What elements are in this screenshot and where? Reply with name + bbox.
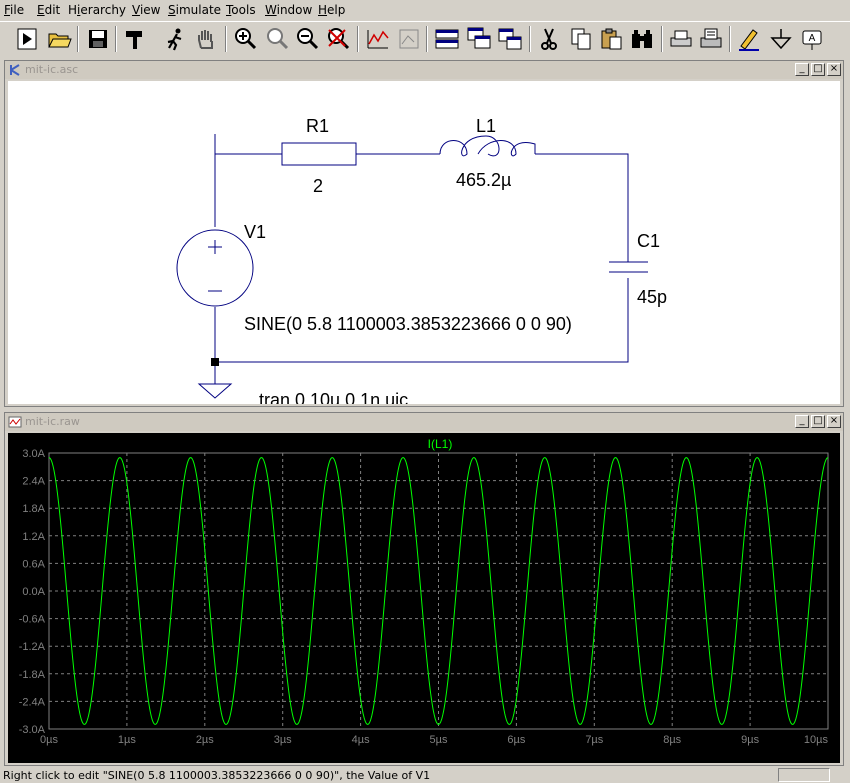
toolbar-separator bbox=[729, 26, 731, 52]
y-tick-label: 1.2A bbox=[22, 531, 45, 543]
label-icon[interactable]: A bbox=[799, 26, 825, 52]
run-icon[interactable] bbox=[14, 26, 40, 52]
paste-icon[interactable] bbox=[598, 26, 624, 52]
c1-name[interactable]: C1 bbox=[637, 231, 660, 251]
y-tick-label: 2.4A bbox=[22, 476, 45, 488]
trace-label-il1[interactable]: I(L1) bbox=[428, 437, 453, 451]
open-folder-icon[interactable] bbox=[46, 26, 72, 52]
zoom-out-area-icon[interactable] bbox=[264, 26, 290, 52]
schematic-title: mit-ic.asc bbox=[25, 63, 79, 76]
maximize-button[interactable]: □ bbox=[811, 415, 825, 428]
hammer-icon[interactable] bbox=[122, 26, 148, 52]
copy-icon[interactable] bbox=[568, 26, 594, 52]
x-tick-label: 10µs bbox=[804, 734, 829, 746]
x-tick-label: 9µs bbox=[741, 734, 759, 746]
close-button[interactable]: × bbox=[827, 415, 841, 428]
scissors-icon[interactable] bbox=[536, 26, 562, 52]
toolbar-separator bbox=[77, 26, 79, 52]
svg-text:A: A bbox=[809, 33, 816, 44]
autorange-icon[interactable] bbox=[365, 26, 391, 52]
runner-icon[interactable] bbox=[162, 26, 188, 52]
zoom-in-icon[interactable] bbox=[232, 26, 258, 52]
ground-icon[interactable] bbox=[768, 26, 794, 52]
l1-name[interactable]: L1 bbox=[476, 116, 496, 136]
toolbar-separator bbox=[357, 26, 359, 52]
menu-window[interactable]: Window bbox=[265, 3, 312, 17]
y-tick-label: -1.8A bbox=[19, 669, 46, 681]
x-tick-label: 0µs bbox=[40, 734, 58, 746]
v1-value[interactable]: SINE(0 5.8 1100003.3853223666 0 0 90) bbox=[244, 314, 572, 334]
cascade-icon[interactable] bbox=[466, 26, 492, 52]
y-tick-label: -0.6A bbox=[19, 614, 46, 626]
c1-value[interactable]: 45p bbox=[637, 287, 667, 307]
status-panel bbox=[778, 768, 830, 782]
binoculars-icon[interactable] bbox=[629, 26, 655, 52]
waveform-chart: 3.0A 2.4A 1.8A 1.2A 0.6A 0.0A -0.6A -1.2A -1.8A -… bbox=[19, 437, 829, 746]
x-tick-label: 3µs bbox=[274, 734, 292, 746]
menu-file[interactable]: File bbox=[4, 3, 24, 17]
tran-directive[interactable]: .tran 0 10u 0 1n uic bbox=[254, 390, 408, 410]
schematic-window: mit-ic.asc _ □ × R1 2 L1 465.2µ C1 45p V… bbox=[4, 60, 844, 410]
minimize-button[interactable]: _ bbox=[795, 415, 809, 428]
x-tick-label: 6µs bbox=[507, 734, 525, 746]
y-tick-label: -1.2A bbox=[19, 641, 46, 653]
menu-view[interactable]: View bbox=[132, 3, 160, 17]
toolbar-separator bbox=[115, 26, 117, 52]
schematic-canvas[interactable]: R1 2 L1 465.2µ C1 45p V1 SINE(0 5.8 1100… bbox=[8, 81, 840, 410]
y-tick-label: -2.4A bbox=[19, 696, 46, 708]
zoom-fit-icon[interactable] bbox=[396, 26, 422, 52]
status-bar: Right click to edit "SINE(0 5.8 1100003.… bbox=[0, 768, 850, 783]
zoom-cancel-icon[interactable] bbox=[325, 26, 351, 52]
toolbar-separator bbox=[426, 26, 428, 52]
y-tick-label: 0.0A bbox=[22, 586, 45, 598]
l1-value[interactable]: 465.2µ bbox=[456, 170, 511, 190]
y-tick-label: 0.6A bbox=[22, 558, 45, 570]
waveform-window: mit-ic.raw _ □ × 3.0A 2.4A 1.8A 1.2A 0.6A 0.0… bbox=[4, 412, 844, 766]
menu-tools[interactable]: Tools bbox=[226, 3, 256, 17]
minimize-button[interactable]: _ bbox=[795, 63, 809, 76]
node-junction bbox=[211, 358, 219, 366]
toolbar-separator bbox=[529, 26, 531, 52]
menu-bar: File Edit Hierarchy View Simulate Tools … bbox=[0, 0, 850, 20]
x-tick-label: 4µs bbox=[352, 734, 370, 746]
print-preview-icon[interactable] bbox=[668, 26, 694, 52]
pencil-icon[interactable] bbox=[736, 26, 762, 52]
waveform-titlebar[interactable]: mit-ic.raw _ □ × bbox=[5, 413, 843, 431]
schematic-doc-icon bbox=[8, 63, 22, 77]
x-tick-label: 5µs bbox=[430, 734, 448, 746]
menu-help[interactable]: Help bbox=[318, 3, 345, 17]
menu-simulate[interactable]: Simulate bbox=[168, 3, 221, 17]
waveform-plot[interactable]: 3.0A 2.4A 1.8A 1.2A 0.6A 0.0A -0.6A -1.2A -1.8A -… bbox=[8, 433, 840, 763]
menu-edit[interactable]: Edit bbox=[37, 3, 60, 17]
close-button[interactable]: × bbox=[827, 63, 841, 76]
menu-hierarchy[interactable]: Hierarchy bbox=[68, 3, 126, 17]
hand-pan-icon[interactable] bbox=[193, 26, 219, 52]
print-icon[interactable] bbox=[698, 26, 724, 52]
toolbar: A bbox=[0, 21, 850, 58]
y-tick-label: 3.0A bbox=[22, 448, 45, 460]
x-tick-label: 8µs bbox=[663, 734, 681, 746]
waveform-doc-icon bbox=[8, 415, 22, 429]
tile-horizontal-icon[interactable] bbox=[434, 26, 460, 52]
tile-vertical-icon[interactable] bbox=[497, 26, 523, 52]
r1-name[interactable]: R1 bbox=[306, 116, 329, 136]
y-tick-label: 1.8A bbox=[22, 503, 45, 515]
schematic-drawing: R1 2 L1 465.2µ C1 45p V1 SINE(0 5.8 1100… bbox=[176, 116, 667, 410]
maximize-button[interactable]: □ bbox=[811, 63, 825, 76]
x-tick-label: 7µs bbox=[585, 734, 603, 746]
zoom-out-icon[interactable] bbox=[294, 26, 320, 52]
x-tick-label: 2µs bbox=[196, 734, 214, 746]
toolbar-separator bbox=[661, 26, 663, 52]
toolbar-separator bbox=[225, 26, 227, 52]
save-icon[interactable] bbox=[85, 26, 111, 52]
schematic-titlebar[interactable]: mit-ic.asc _ □ × bbox=[5, 61, 843, 79]
waveform-title: mit-ic.raw bbox=[25, 415, 80, 428]
r1-value[interactable]: 2 bbox=[313, 176, 323, 196]
status-text: Right click to edit "SINE(0 5.8 1100003.… bbox=[3, 769, 431, 782]
v1-name[interactable]: V1 bbox=[244, 222, 266, 242]
x-tick-label: 1µs bbox=[118, 734, 136, 746]
